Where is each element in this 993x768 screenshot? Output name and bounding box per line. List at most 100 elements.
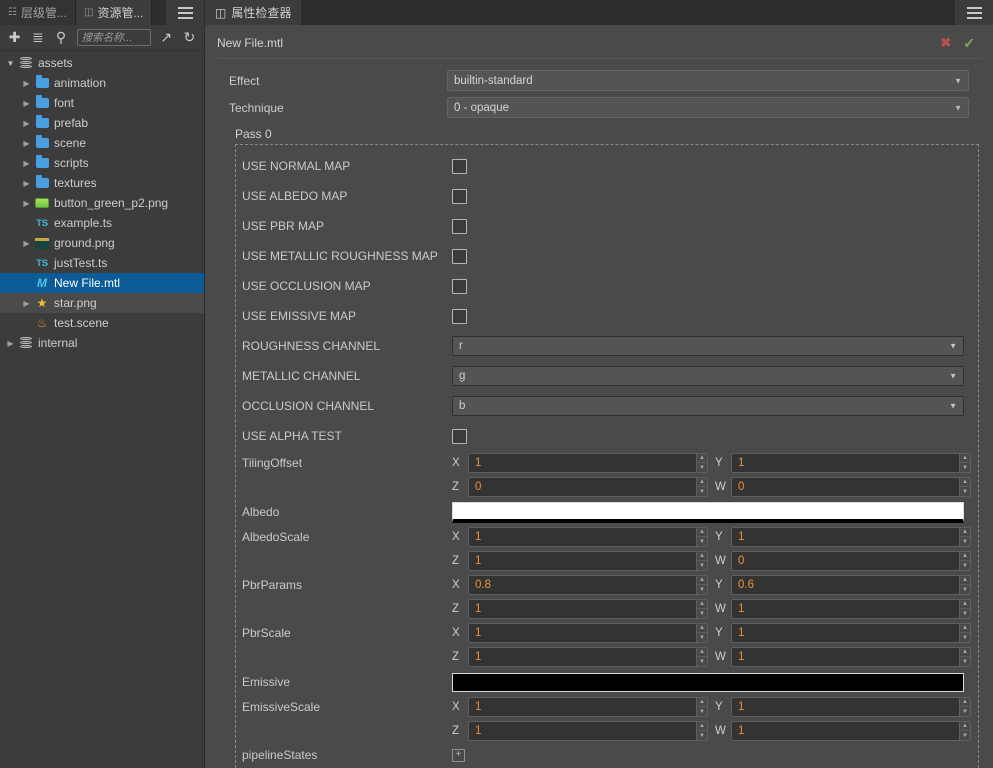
search-input-wrapper[interactable]	[76, 29, 151, 46]
number-input[interactable]: 1 ▲ ▼	[731, 623, 971, 643]
number-input[interactable]: 1 ▲ ▼	[731, 721, 971, 741]
tree-item[interactable]: ▶ button_green_p2.png	[0, 193, 204, 213]
chevron-right-icon[interactable]: ▶	[20, 239, 33, 248]
spinner-down-icon[interactable]: ▼	[960, 585, 970, 594]
chevron-right-icon[interactable]: ▶	[4, 339, 17, 348]
spinner-down-icon[interactable]: ▼	[697, 487, 707, 496]
spinner-up-icon[interactable]: ▲	[697, 454, 707, 463]
tab-assets[interactable]: ◫ 资源管...	[75, 0, 153, 25]
spinner-up-icon[interactable]: ▲	[960, 722, 970, 731]
chevron-right-icon[interactable]: ▶	[20, 179, 33, 188]
left-panel-menu-button[interactable]	[166, 0, 204, 25]
chevron-right-icon[interactable]: ▶	[20, 99, 33, 108]
albedo-color-swatch[interactable]	[452, 501, 964, 523]
tree-item[interactable]: ▼ assets	[0, 53, 204, 73]
tree-item[interactable]: ▶ ground.png	[0, 233, 204, 253]
tree-item[interactable]: ▶TSexample.ts	[0, 213, 204, 233]
tree-item[interactable]: ▶ ★ star.png	[0, 293, 204, 313]
checkbox[interactable]	[452, 158, 467, 174]
plus-box-icon[interactable]: +	[452, 748, 465, 762]
expand-arrows-icon[interactable]: ↗	[156, 28, 177, 48]
tree-item[interactable]: ▶ prefab	[0, 113, 204, 133]
tree-item[interactable]: ▶ animation	[0, 73, 204, 93]
channel-select[interactable]: b ▼	[452, 396, 964, 416]
spinner-down-icon[interactable]: ▼	[697, 537, 707, 546]
number-input[interactable]: 1 ▲ ▼	[731, 647, 971, 667]
spinner-up-icon[interactable]: ▲	[960, 454, 970, 463]
tab-inspector[interactable]: ◫ 属性检查器	[205, 0, 302, 25]
spinner-down-icon[interactable]: ▼	[960, 633, 970, 642]
tree-item[interactable]: ▶MNew File.mtl	[0, 273, 204, 293]
spinner-down-icon[interactable]: ▼	[697, 609, 707, 618]
number-input[interactable]: 0.6 ▲ ▼	[731, 575, 971, 595]
checkbox[interactable]	[452, 218, 467, 234]
spinner-buttons[interactable]: ▲ ▼	[696, 624, 707, 642]
spinner-buttons[interactable]: ▲ ▼	[696, 478, 707, 496]
spinner-buttons[interactable]: ▲ ▼	[696, 600, 707, 618]
spinner-down-icon[interactable]: ▼	[960, 463, 970, 472]
tree-item[interactable]: ▶♨test.scene	[0, 313, 204, 333]
chevron-right-icon[interactable]: ▶	[20, 199, 33, 208]
number-input[interactable]: 1 ▲ ▼	[468, 551, 708, 571]
technique-select[interactable]: 0 - opaque ▼	[447, 97, 969, 118]
number-input[interactable]: 0 ▲ ▼	[468, 477, 708, 497]
spinner-up-icon[interactable]: ▲	[960, 648, 970, 657]
spinner-down-icon[interactable]: ▼	[697, 585, 707, 594]
spinner-down-icon[interactable]: ▼	[697, 657, 707, 666]
spinner-buttons[interactable]: ▲ ▼	[959, 576, 970, 594]
spinner-up-icon[interactable]: ▲	[960, 552, 970, 561]
spinner-down-icon[interactable]: ▼	[697, 731, 707, 740]
chevron-right-icon[interactable]: ▶	[20, 139, 33, 148]
refresh-icon[interactable]: ↻	[179, 28, 200, 48]
spinner-buttons[interactable]: ▲ ▼	[696, 576, 707, 594]
spinner-down-icon[interactable]: ▼	[960, 731, 970, 740]
emissive-color-swatch[interactable]	[452, 672, 964, 692]
spinner-buttons[interactable]: ▲ ▼	[696, 528, 707, 546]
spinner-up-icon[interactable]: ▲	[697, 478, 707, 487]
spinner-up-icon[interactable]: ▲	[697, 698, 707, 707]
spinner-up-icon[interactable]: ▲	[960, 576, 970, 585]
spinner-up-icon[interactable]: ▲	[960, 478, 970, 487]
spinner-buttons[interactable]: ▲ ▼	[696, 552, 707, 570]
spinner-buttons[interactable]: ▲ ▼	[959, 552, 970, 570]
spinner-up-icon[interactable]: ▲	[697, 528, 707, 537]
spinner-down-icon[interactable]: ▼	[960, 537, 970, 546]
spinner-up-icon[interactable]: ▲	[960, 528, 970, 537]
checkbox[interactable]	[452, 428, 467, 444]
number-input[interactable]: 1 ▲ ▼	[468, 623, 708, 643]
channel-select[interactable]: g ▼	[452, 366, 964, 386]
chevron-right-icon[interactable]: ▶	[20, 159, 33, 168]
spinner-down-icon[interactable]: ▼	[697, 707, 707, 716]
number-input[interactable]: 1 ▲ ▼	[731, 697, 971, 717]
number-input[interactable]: 1 ▲ ▼	[468, 697, 708, 717]
tree-item[interactable]: ▶ internal	[0, 333, 204, 353]
tree-item[interactable]: ▶ scripts	[0, 153, 204, 173]
channel-select[interactable]: r ▼	[452, 336, 964, 356]
tab-hierarchy[interactable]: ☷ 层级管...	[0, 0, 76, 25]
spinner-buttons[interactable]: ▲ ▼	[696, 722, 707, 740]
spinner-buttons[interactable]: ▲ ▼	[959, 478, 970, 496]
spinner-down-icon[interactable]: ▼	[697, 633, 707, 642]
spinner-up-icon[interactable]: ▲	[697, 722, 707, 731]
check-confirm-icon[interactable]: ✓	[957, 35, 981, 52]
number-input[interactable]: 1 ▲ ▼	[468, 453, 708, 473]
spinner-buttons[interactable]: ▲ ▼	[959, 624, 970, 642]
spinner-buttons[interactable]: ▲ ▼	[696, 454, 707, 472]
spinner-up-icon[interactable]: ▲	[697, 648, 707, 657]
spinner-up-icon[interactable]: ▲	[697, 576, 707, 585]
number-input[interactable]: 1 ▲ ▼	[468, 599, 708, 619]
spinner-up-icon[interactable]: ▲	[697, 600, 707, 609]
plus-icon[interactable]: ✚	[4, 28, 25, 48]
effect-select[interactable]: builtin-standard ▼	[447, 70, 969, 91]
number-input[interactable]: 1 ▲ ▼	[468, 527, 708, 547]
number-input[interactable]: 1 ▲ ▼	[731, 453, 971, 473]
spinner-down-icon[interactable]: ▼	[697, 561, 707, 570]
tree-item[interactable]: ▶TSjustTest.ts	[0, 253, 204, 273]
spinner-up-icon[interactable]: ▲	[960, 698, 970, 707]
spinner-up-icon[interactable]: ▲	[697, 552, 707, 561]
spinner-buttons[interactable]: ▲ ▼	[959, 648, 970, 666]
checkbox[interactable]	[452, 248, 467, 264]
chevron-down-icon[interactable]: ▼	[4, 59, 17, 68]
spinner-down-icon[interactable]: ▼	[960, 707, 970, 716]
spinner-buttons[interactable]: ▲ ▼	[959, 722, 970, 740]
